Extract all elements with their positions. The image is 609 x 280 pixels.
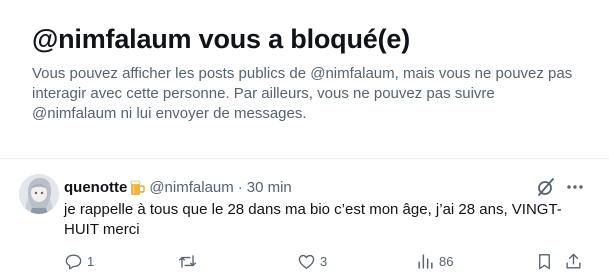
- reply-button[interactable]: 1: [64, 249, 94, 273]
- share-button[interactable]: [564, 249, 583, 273]
- reply-icon: [64, 252, 83, 271]
- timestamp[interactable]: 30 min: [247, 179, 292, 196]
- handle[interactable]: @nimfalaum: [149, 179, 233, 196]
- tweet[interactable]: quenotte @nimfalaum · 30 min je rappelle…: [0, 159, 609, 280]
- like-button[interactable]: 3: [297, 249, 327, 273]
- views-icon: [416, 252, 435, 271]
- display-name[interactable]: quenotte: [64, 179, 127, 196]
- grok-icon[interactable]: [536, 177, 556, 197]
- blocked-description: Vous pouvez afficher les posts publics d…: [32, 65, 573, 122]
- blocked-notice: @nimfalaum vous a bloqué(e) Vous pouvez …: [0, 0, 609, 158]
- avatar[interactable]: [19, 174, 59, 214]
- bookmark-button[interactable]: [535, 249, 554, 273]
- views-count: 86: [439, 253, 454, 269]
- blocked-title: @nimfalaum vous a bloqué(e): [32, 24, 410, 54]
- share-icon: [564, 252, 583, 271]
- tweet-actions: 1 3 86: [0, 249, 609, 273]
- reply-count: 1: [87, 253, 95, 269]
- beer-mug-icon: [130, 179, 146, 196]
- retweet-button[interactable]: [178, 249, 201, 273]
- tweet-header: quenotte @nimfalaum · 30 min: [64, 177, 292, 197]
- more-icon[interactable]: [564, 177, 586, 197]
- like-count: 3: [320, 253, 328, 269]
- separator: ·: [237, 178, 243, 196]
- tweet-text: je rappelle à tous que le 28 dans ma bio…: [64, 201, 562, 238]
- retweet-icon: [178, 252, 197, 271]
- views-button[interactable]: 86: [416, 249, 453, 273]
- bookmark-icon: [535, 252, 554, 271]
- heart-icon: [297, 252, 316, 271]
